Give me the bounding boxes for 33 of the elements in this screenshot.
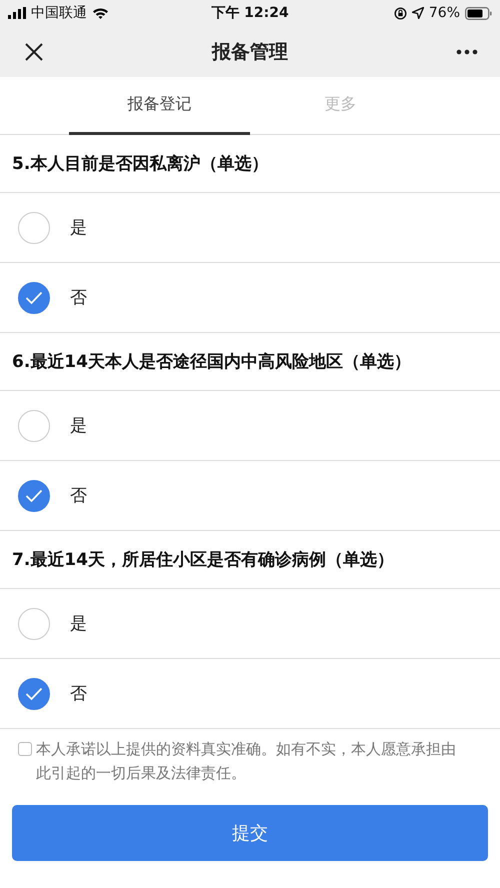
radio-button[interactable] xyxy=(18,608,50,640)
location-icon xyxy=(412,7,424,19)
radio-checked[interactable] xyxy=(18,480,50,512)
radio-button[interactable] xyxy=(18,410,50,442)
radio-checked[interactable] xyxy=(18,282,50,314)
option-label[interactable]: 否 xyxy=(70,484,87,507)
check-icon xyxy=(25,290,43,304)
option-label[interactable]: 是 xyxy=(70,612,87,635)
close-icon[interactable] xyxy=(24,42,44,62)
carrier-name: 中国联通 xyxy=(31,4,87,22)
signal-icon xyxy=(8,7,26,19)
check-icon xyxy=(25,686,43,700)
more-icon[interactable] xyxy=(456,48,478,54)
battery-percent: 76% xyxy=(428,5,460,21)
clock-time: 下午 12:24 xyxy=(211,4,289,22)
wifi-icon xyxy=(92,7,109,19)
option-label[interactable]: 是 xyxy=(70,216,87,239)
option-label[interactable]: 是 xyxy=(70,414,87,437)
check-icon xyxy=(25,488,43,502)
radio-checked[interactable] xyxy=(18,678,50,710)
agree-checkbox[interactable] xyxy=(18,742,32,756)
option-label[interactable]: 否 xyxy=(70,286,87,309)
battery-icon xyxy=(465,6,492,20)
radio-button[interactable] xyxy=(18,212,50,244)
rotation-lock-icon xyxy=(394,6,407,20)
option-label[interactable]: 否 xyxy=(70,682,87,705)
question-title: 7.最近14天，所居住小区是否有确诊病例（单选） xyxy=(0,531,500,589)
question-title: 5.本人目前是否因私离沪（单选） xyxy=(0,135,500,193)
submit-button[interactable]: 提交 xyxy=(12,805,488,861)
tab[interactable]: 报备登记 xyxy=(69,77,250,135)
agreement-text: 本人承诺以上提供的资料真实准确。如有不实，本人愿意承担由此引起的一切后果及法律责任。 xyxy=(36,739,457,784)
page-title: 报备管理 xyxy=(212,40,288,64)
question-title: 6.最近14天本人是否途径国内中高风险地区（单选） xyxy=(0,333,500,391)
